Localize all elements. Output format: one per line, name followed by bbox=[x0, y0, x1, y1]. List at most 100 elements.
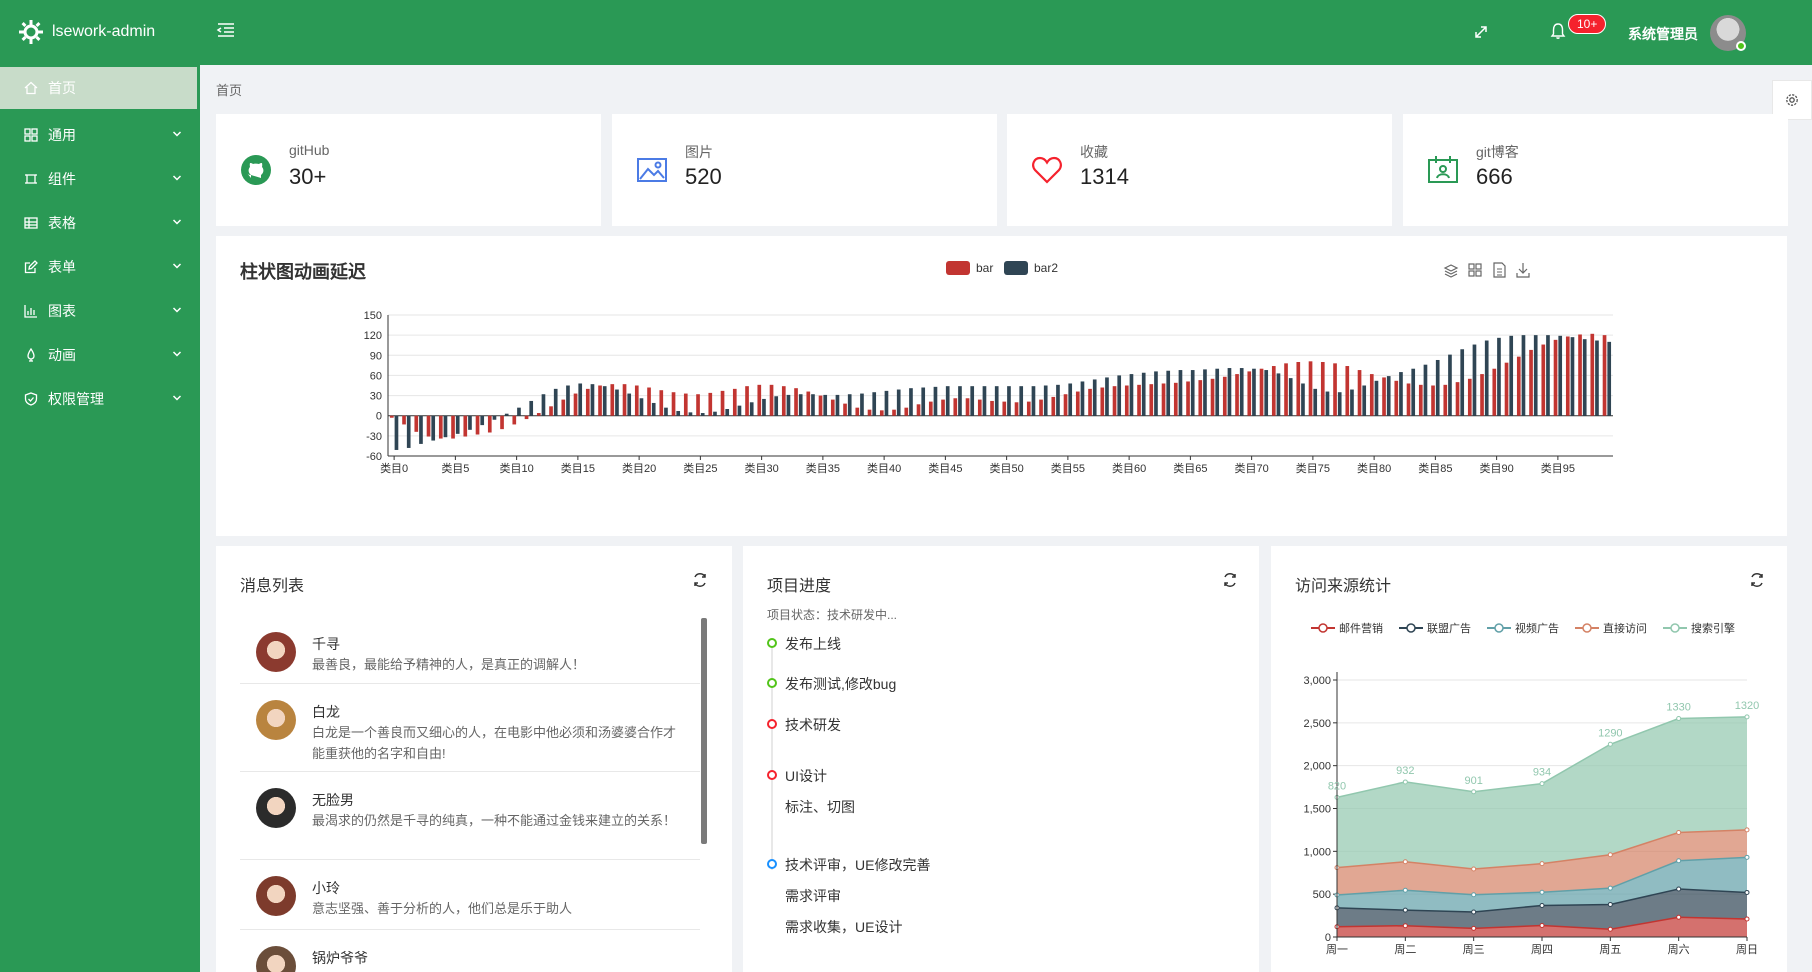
data-point[interactable] bbox=[1744, 827, 1750, 833]
bar[interactable] bbox=[1063, 394, 1068, 416]
bar[interactable] bbox=[1558, 335, 1563, 416]
bar[interactable] bbox=[1460, 349, 1465, 416]
bar[interactable] bbox=[1467, 378, 1472, 416]
data-point[interactable] bbox=[1471, 866, 1477, 872]
bar[interactable] bbox=[745, 386, 749, 416]
bar[interactable] bbox=[487, 415, 492, 433]
bar[interactable] bbox=[549, 406, 553, 416]
bar[interactable] bbox=[1203, 369, 1207, 416]
fullscreen-icon[interactable] bbox=[1473, 24, 1489, 40]
bar[interactable] bbox=[1271, 366, 1276, 416]
bar[interactable] bbox=[1247, 371, 1252, 416]
download-icon[interactable] bbox=[1516, 263, 1530, 278]
bar[interactable] bbox=[769, 384, 774, 416]
legend-label[interactable]: bar bbox=[976, 261, 993, 275]
data-point[interactable] bbox=[1539, 923, 1545, 929]
bar[interactable] bbox=[965, 398, 970, 416]
bar[interactable] bbox=[896, 389, 901, 416]
bar[interactable] bbox=[872, 392, 877, 416]
refresh-icon[interactable] bbox=[692, 572, 708, 588]
legend-item[interactable]: 邮件营销 bbox=[1311, 621, 1383, 635]
data-point[interactable] bbox=[1402, 887, 1408, 893]
bar[interactable] bbox=[860, 393, 864, 416]
bar[interactable] bbox=[762, 398, 766, 416]
bar[interactable] bbox=[1320, 362, 1325, 416]
bar[interactable] bbox=[1455, 382, 1460, 416]
bar[interactable] bbox=[1533, 335, 1538, 416]
bar[interactable] bbox=[1227, 368, 1232, 416]
bar[interactable] bbox=[1100, 387, 1105, 416]
username[interactable]: 系统管理员 bbox=[1628, 24, 1698, 44]
stat-card-3[interactable]: git博客 666 bbox=[1403, 114, 1788, 226]
bar[interactable] bbox=[1546, 335, 1550, 416]
bar[interactable] bbox=[438, 415, 443, 439]
bar[interactable] bbox=[529, 400, 534, 416]
app-logo[interactable]: lsework-admin bbox=[18, 19, 155, 45]
bar[interactable] bbox=[627, 393, 632, 416]
bar[interactable] bbox=[1431, 385, 1435, 416]
bar[interactable] bbox=[1031, 386, 1036, 416]
bar[interactable] bbox=[1382, 377, 1386, 416]
bar[interactable] bbox=[517, 407, 521, 416]
bar[interactable] bbox=[647, 387, 651, 416]
bar[interactable] bbox=[1448, 354, 1452, 416]
bar[interactable] bbox=[1570, 337, 1575, 416]
bar[interactable] bbox=[1141, 372, 1146, 416]
data-point[interactable] bbox=[1471, 925, 1477, 931]
data-point[interactable] bbox=[1607, 901, 1613, 907]
bar[interactable] bbox=[1239, 368, 1244, 416]
bar[interactable] bbox=[1026, 401, 1031, 416]
bar[interactable] bbox=[700, 413, 705, 416]
bar[interactable] bbox=[1374, 380, 1379, 416]
bar[interactable] bbox=[1002, 401, 1007, 416]
bar[interactable] bbox=[941, 399, 945, 416]
bar[interactable] bbox=[1595, 340, 1599, 416]
data-point[interactable] bbox=[1607, 852, 1613, 858]
bar[interactable] bbox=[1418, 384, 1423, 416]
bar[interactable] bbox=[1092, 379, 1097, 416]
bar[interactable] bbox=[774, 396, 779, 416]
bar[interactable] bbox=[1215, 368, 1220, 416]
bar[interactable] bbox=[1178, 370, 1183, 416]
data-view-icon[interactable] bbox=[1493, 262, 1506, 278]
bar[interactable] bbox=[524, 415, 529, 420]
bar[interactable] bbox=[1186, 381, 1190, 416]
data-point[interactable] bbox=[1471, 909, 1477, 915]
bar[interactable] bbox=[1516, 356, 1521, 416]
bar[interactable] bbox=[1541, 344, 1546, 416]
bar[interactable] bbox=[475, 415, 480, 435]
sidebar-item-2[interactable]: 组件 bbox=[0, 157, 200, 201]
data-point[interactable] bbox=[1539, 889, 1545, 895]
sidebar-item-4[interactable]: 表单 bbox=[0, 245, 200, 289]
bar[interactable] bbox=[977, 399, 982, 416]
bar[interactable] bbox=[659, 390, 664, 416]
legend-item[interactable]: 直接访问 bbox=[1575, 621, 1647, 635]
bar[interactable] bbox=[1259, 368, 1264, 416]
data-point[interactable] bbox=[1539, 781, 1545, 787]
bar[interactable] bbox=[749, 402, 754, 416]
bar[interactable] bbox=[696, 394, 700, 416]
bar[interactable] bbox=[953, 398, 958, 416]
bar[interactable] bbox=[823, 394, 828, 416]
bar[interactable] bbox=[1235, 374, 1239, 416]
bar[interactable] bbox=[394, 415, 399, 450]
bell-icon[interactable] bbox=[1550, 22, 1566, 40]
bar[interactable] bbox=[1190, 370, 1195, 416]
bar[interactable] bbox=[634, 385, 639, 416]
data-point[interactable] bbox=[1676, 829, 1682, 835]
bar[interactable] bbox=[578, 383, 583, 416]
bar[interactable] bbox=[1014, 402, 1019, 416]
bar[interactable] bbox=[610, 384, 615, 416]
bar[interactable] bbox=[982, 386, 987, 416]
bar[interactable] bbox=[1480, 374, 1484, 416]
bar[interactable] bbox=[1075, 391, 1080, 416]
bar[interactable] bbox=[843, 403, 847, 416]
bar[interactable] bbox=[928, 401, 933, 416]
bar[interactable] bbox=[402, 415, 406, 425]
bar[interactable] bbox=[1529, 349, 1533, 416]
bar[interactable] bbox=[1521, 335, 1526, 416]
data-point[interactable] bbox=[1744, 854, 1750, 860]
bar[interactable] bbox=[811, 394, 815, 416]
bar[interactable] bbox=[1284, 363, 1288, 416]
legend-label[interactable]: bar2 bbox=[1034, 261, 1058, 275]
